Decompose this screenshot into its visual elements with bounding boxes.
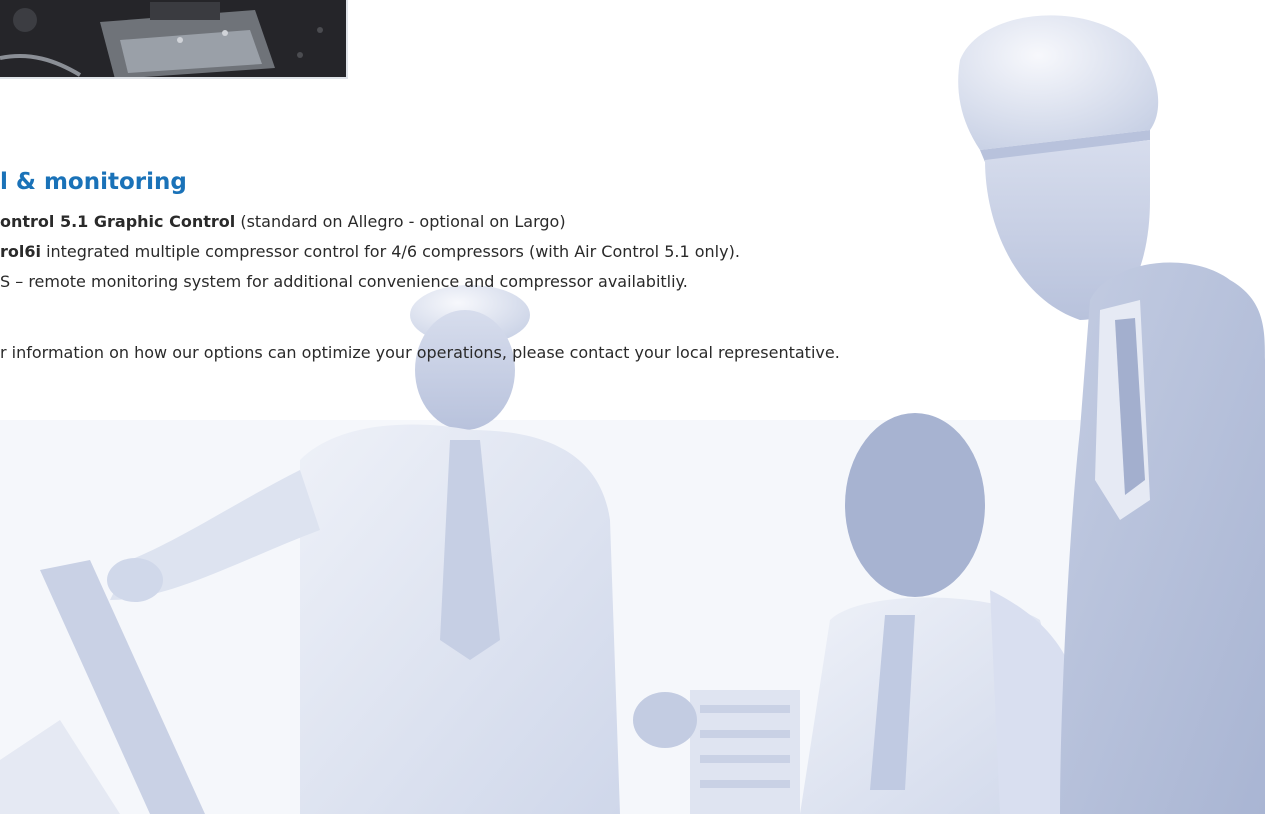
background-photo — [0, 0, 1265, 814]
contact-paragraph: r information on how our options can opt… — [0, 343, 840, 362]
feature-description: integrated multiple compressor control f… — [40, 242, 740, 261]
feature-name: ontrol 5.1 Graphic Control — [0, 212, 236, 231]
list-item: rol6i integrated multiple compressor con… — [0, 237, 740, 267]
feature-list: ontrol 5.1 Graphic Control (standard on … — [0, 207, 740, 297]
compressor-photo-art — [0, 0, 346, 77]
feature-description: S – remote monitoring system for additio… — [0, 272, 688, 291]
list-item: S – remote monitoring system for additio… — [0, 267, 740, 297]
section-heading: l & monitoring — [0, 169, 187, 195]
list-item: ontrol 5.1 Graphic Control (standard on … — [0, 207, 740, 237]
feature-name: rol6i — [0, 242, 41, 261]
compressor-detail-photo — [0, 0, 348, 79]
brochure-page: l & monitoring ontrol 5.1 Graphic Contro… — [0, 0, 1265, 814]
feature-description: (standard on Allegro - optional on Largo… — [235, 212, 566, 231]
